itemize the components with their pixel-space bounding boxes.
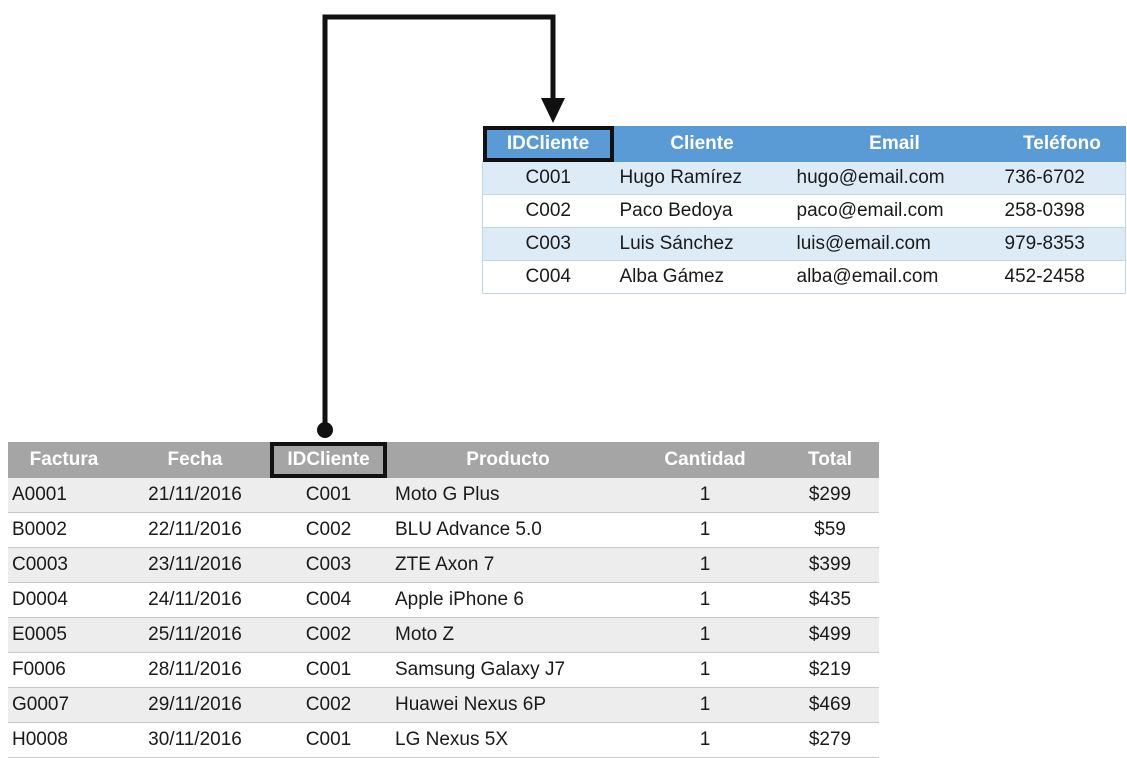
client-phone: 979-8353 bbox=[998, 227, 1126, 261]
table-row: G0007 29/11/2016 C002 Huawei Nexus 6P 1 … bbox=[8, 687, 879, 723]
invoice-fecha: 30/11/2016 bbox=[120, 722, 270, 758]
invoice-factura: C0003 bbox=[8, 547, 120, 583]
invoices-header-factura: Factura bbox=[8, 442, 120, 478]
invoice-producto: BLU Advance 5.0 bbox=[387, 512, 629, 548]
invoice-producto: Moto Z bbox=[387, 617, 629, 653]
invoices-header-cantidad: Cantidad bbox=[629, 442, 781, 478]
invoice-cantidad: 1 bbox=[629, 687, 781, 723]
invoice-factura: G0007 bbox=[8, 687, 120, 723]
client-id: C004 bbox=[482, 260, 614, 294]
invoice-total: $279 bbox=[781, 722, 879, 758]
invoice-total: $299 bbox=[781, 478, 879, 513]
client-phone: 258-0398 bbox=[998, 194, 1126, 228]
invoice-producto: Samsung Galaxy J7 bbox=[387, 652, 629, 688]
invoice-idcliente: C002 bbox=[270, 512, 387, 548]
clients-header-telefono: Teléfono bbox=[998, 126, 1126, 162]
invoice-idcliente: C003 bbox=[270, 547, 387, 583]
invoice-producto: Moto G Plus bbox=[387, 478, 629, 513]
invoices-header-idcliente: IDCliente bbox=[270, 442, 387, 478]
table-row: C001 Hugo Ramírez hugo@email.com 736-670… bbox=[482, 162, 1126, 195]
invoice-producto: Huawei Nexus 6P bbox=[387, 687, 629, 723]
invoice-fecha: 28/11/2016 bbox=[120, 652, 270, 688]
invoice-total: $499 bbox=[781, 617, 879, 653]
invoice-factura: E0005 bbox=[8, 617, 120, 653]
invoices-header-row: Factura Fecha IDCliente Producto Cantida… bbox=[8, 442, 879, 478]
invoice-fecha: 29/11/2016 bbox=[120, 687, 270, 723]
clients-header-idcliente: IDCliente bbox=[482, 126, 614, 162]
invoice-idcliente: C002 bbox=[270, 687, 387, 723]
client-email: paco@email.com bbox=[790, 194, 999, 228]
invoice-cantidad: 1 bbox=[629, 652, 781, 688]
table-row: C0003 23/11/2016 C003 ZTE Axon 7 1 $399 bbox=[8, 547, 879, 583]
client-phone: 736-6702 bbox=[998, 162, 1126, 195]
invoice-producto: ZTE Axon 7 bbox=[387, 547, 629, 583]
invoice-idcliente: C001 bbox=[270, 722, 387, 758]
invoice-factura: B0002 bbox=[8, 512, 120, 548]
client-name: Paco Bedoya bbox=[613, 194, 791, 228]
client-email: luis@email.com bbox=[790, 227, 999, 261]
table-row: D0004 24/11/2016 C004 Apple iPhone 6 1 $… bbox=[8, 582, 879, 618]
table-row: F0006 28/11/2016 C001 Samsung Galaxy J7 … bbox=[8, 652, 879, 688]
invoice-factura: H0008 bbox=[8, 722, 120, 758]
invoice-idcliente: C001 bbox=[270, 478, 387, 513]
invoice-idcliente: C002 bbox=[270, 617, 387, 653]
invoice-fecha: 24/11/2016 bbox=[120, 582, 270, 618]
invoices-table: Factura Fecha IDCliente Producto Cantida… bbox=[8, 442, 879, 758]
table-row: A0001 21/11/2016 C001 Moto G Plus 1 $299 bbox=[8, 478, 879, 513]
table-row: C002 Paco Bedoya paco@email.com 258-0398 bbox=[482, 194, 1126, 228]
invoices-header-fecha: Fecha bbox=[120, 442, 270, 478]
connector-dot-icon bbox=[317, 422, 333, 438]
invoice-total: $59 bbox=[781, 512, 879, 548]
invoice-idcliente: C004 bbox=[270, 582, 387, 618]
invoice-idcliente: C001 bbox=[270, 652, 387, 688]
table-row: H0008 30/11/2016 C001 LG Nexus 5X 1 $279 bbox=[8, 722, 879, 758]
invoice-producto: LG Nexus 5X bbox=[387, 722, 629, 758]
invoices-header-total: Total bbox=[781, 442, 879, 478]
client-name: Alba Gámez bbox=[613, 260, 791, 294]
invoice-fecha: 21/11/2016 bbox=[120, 478, 270, 513]
client-email: alba@email.com bbox=[790, 260, 999, 294]
clients-header-row: IDCliente Cliente Email Teléfono bbox=[482, 126, 1126, 162]
invoice-cantidad: 1 bbox=[629, 617, 781, 653]
clients-header-email: Email bbox=[790, 126, 999, 162]
table-row: C003 Luis Sánchez luis@email.com 979-835… bbox=[482, 227, 1126, 261]
invoice-factura: A0001 bbox=[8, 478, 120, 513]
invoice-cantidad: 1 bbox=[629, 722, 781, 758]
client-id: C002 bbox=[482, 194, 614, 228]
invoice-total: $469 bbox=[781, 687, 879, 723]
invoice-producto: Apple iPhone 6 bbox=[387, 582, 629, 618]
invoice-fecha: 22/11/2016 bbox=[120, 512, 270, 548]
arrow-down-icon bbox=[541, 98, 565, 123]
client-id: C003 bbox=[482, 227, 614, 261]
clients-table: IDCliente Cliente Email Teléfono C001 Hu… bbox=[482, 126, 1126, 294]
invoices-header-producto: Producto bbox=[387, 442, 629, 478]
table-row: B0002 22/11/2016 C002 BLU Advance 5.0 1 … bbox=[8, 512, 879, 548]
invoice-cantidad: 1 bbox=[629, 512, 781, 548]
table-row: E0005 25/11/2016 C002 Moto Z 1 $499 bbox=[8, 617, 879, 653]
invoice-factura: F0006 bbox=[8, 652, 120, 688]
invoice-factura: D0004 bbox=[8, 582, 120, 618]
invoice-total: $219 bbox=[781, 652, 879, 688]
invoice-total: $435 bbox=[781, 582, 879, 618]
table-row: C004 Alba Gámez alba@email.com 452-2458 bbox=[482, 260, 1126, 294]
invoice-cantidad: 1 bbox=[629, 582, 781, 618]
invoice-fecha: 23/11/2016 bbox=[120, 547, 270, 583]
client-id: C001 bbox=[482, 162, 614, 195]
client-email: hugo@email.com bbox=[790, 162, 999, 195]
client-phone: 452-2458 bbox=[998, 260, 1126, 294]
invoice-total: $399 bbox=[781, 547, 879, 583]
client-name: Hugo Ramírez bbox=[613, 162, 791, 195]
invoice-cantidad: 1 bbox=[629, 478, 781, 513]
clients-header-cliente: Cliente bbox=[613, 126, 791, 162]
invoice-cantidad: 1 bbox=[629, 547, 781, 583]
invoice-fecha: 25/11/2016 bbox=[120, 617, 270, 653]
client-name: Luis Sánchez bbox=[613, 227, 791, 261]
